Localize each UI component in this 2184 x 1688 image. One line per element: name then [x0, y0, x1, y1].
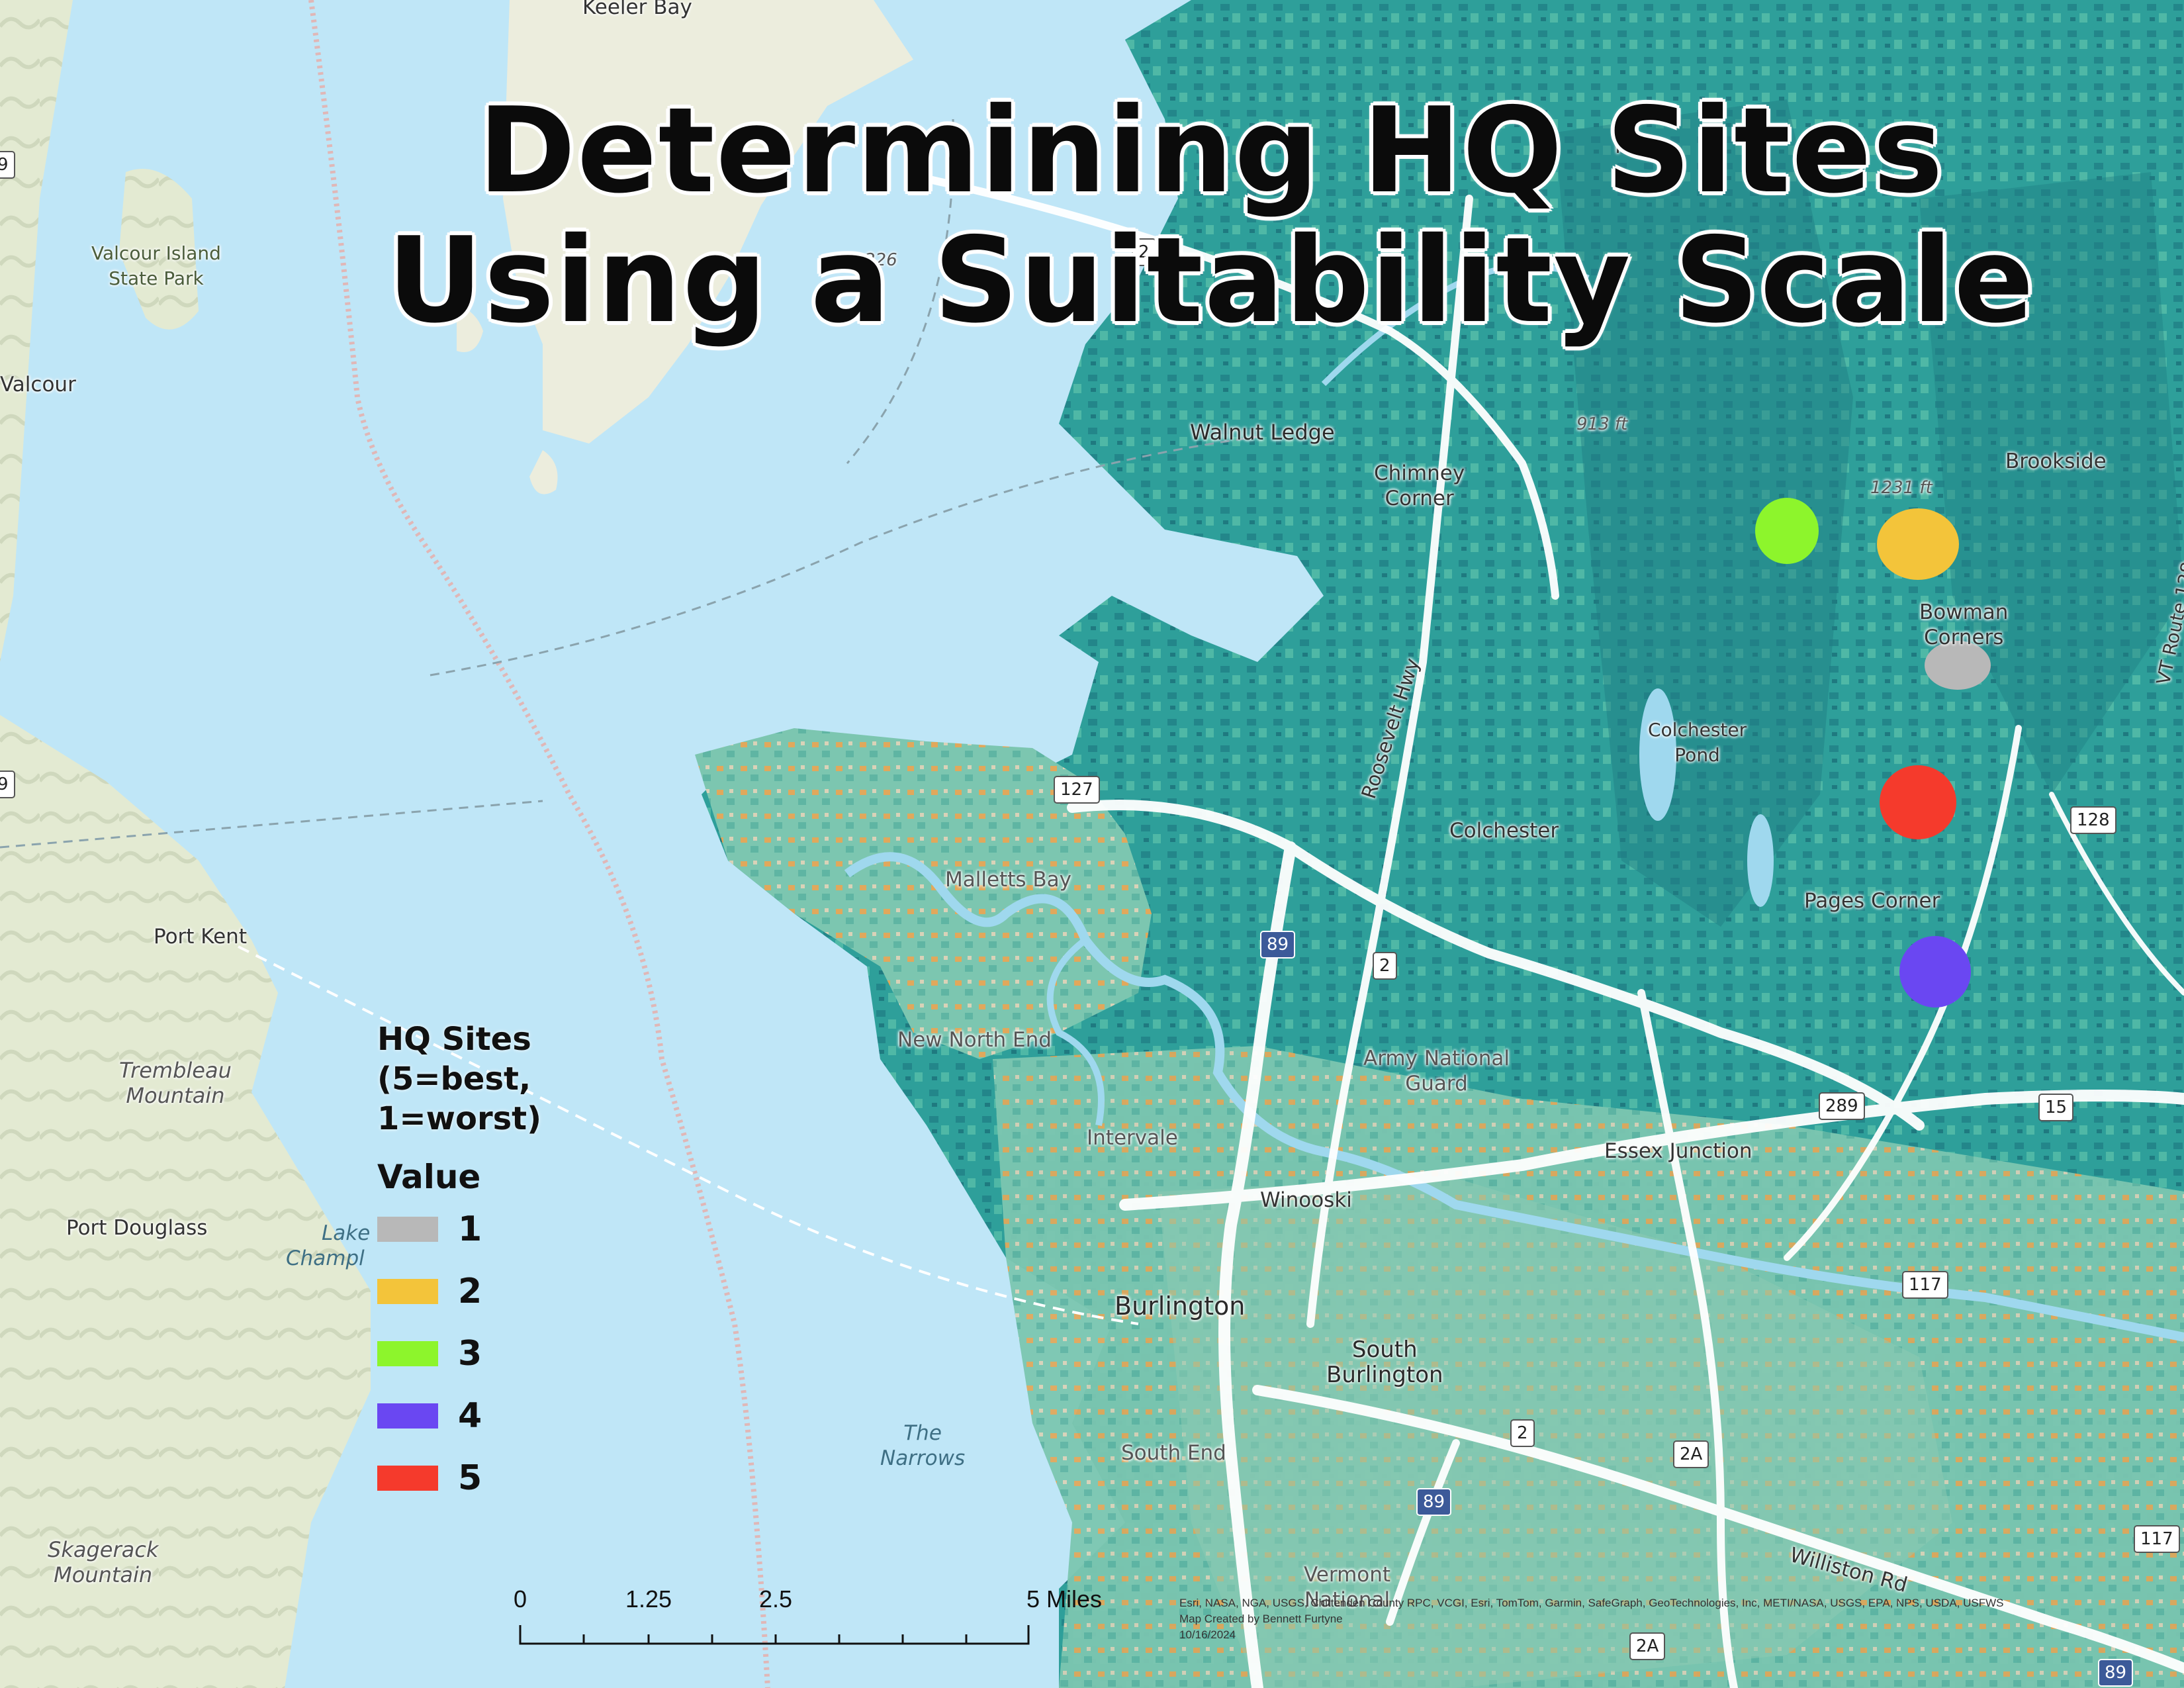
label-port-douglass: Port Douglass [66, 1216, 208, 1240]
label-essex-junction: Essex Junction [1604, 1139, 1752, 1163]
shield-i89-north: 89 [1260, 931, 1296, 959]
label-valcour-island-state-park: Valcour Island State Park [91, 241, 221, 291]
map-canvas[interactable]: Keeler Bay Valcour Island State Park Val… [0, 0, 2184, 1688]
legend-row-3: 3 [377, 1323, 541, 1385]
label-winooski: Winooski [1260, 1188, 1352, 1212]
hq-site-value-2[interactable] [1877, 508, 1959, 580]
label-south-burlington: South Burlington [1326, 1337, 1443, 1387]
label-bowman-line1: Bowman [1919, 600, 2009, 624]
scale-bar: 0 1.25 2.5 5 Miles [510, 1585, 1102, 1658]
shield-2a: 2A [1673, 1440, 1709, 1468]
legend-swatch-3 [377, 1341, 438, 1366]
label-elevation-913: 913 ft [1576, 414, 1628, 434]
label-narrows-line2: Narrows [880, 1446, 966, 1470]
label-valcour: Valcour [0, 373, 76, 397]
label-army-line2: Guard [1405, 1072, 1468, 1096]
legend-swatch-1 [377, 1217, 438, 1242]
legend-value-heading: Value [377, 1158, 481, 1196]
label-intervale: Intervale [1087, 1126, 1178, 1150]
label-skagerack-line2: Mountain [54, 1562, 153, 1587]
hq-site-value-4[interactable] [1899, 936, 1971, 1008]
label-colchester-pond: Colchester Pond [1648, 718, 1747, 768]
label-walnut-ledge: Walnut Ledge [1190, 420, 1335, 445]
label-pages-corner: Pages Corner [1804, 889, 1940, 913]
shield-us2-south: 2 [1510, 1419, 1535, 1447]
shield-i89-south: 89 [1416, 1488, 1452, 1516]
shield-117-edge: 117 [2134, 1525, 2180, 1553]
attribution-date: 10/16/2024 [1179, 1628, 1236, 1641]
label-lake-champlain: Lake Champl [286, 1221, 370, 1271]
label-brookside: Brookside [2005, 449, 2107, 473]
attribution-created-by: Map Created by Bennett Furtyne [1179, 1613, 1343, 1625]
label-chimney-corner: Chimney Corner [1374, 461, 1465, 511]
hq-site-value-5[interactable] [1880, 765, 1956, 839]
label-the-narrows: The Narrows [880, 1421, 965, 1471]
label-valcour-line2: State Park [109, 267, 204, 289]
legend-label-2: 2 [458, 1272, 482, 1311]
label-bowman-line2: Corners [1924, 626, 2004, 649]
shield-117-mid: 117 [1902, 1271, 1948, 1299]
label-valcour-line1: Valcour Island [91, 242, 221, 264]
label-keeler-bay: Keeler Bay [582, 0, 692, 19]
hq-site-value-3[interactable] [1755, 498, 1819, 564]
label-new-north-end: New North End [897, 1028, 1052, 1052]
label-chimney-line1: Chimney [1374, 461, 1465, 485]
legend-row-1: 1 [377, 1198, 541, 1260]
legend-swatch-5 [377, 1466, 438, 1491]
legend-row-5: 5 [377, 1447, 541, 1509]
label-chimney-line2: Corner [1385, 487, 1454, 510]
label-elevation-1231: 1231 ft [1870, 478, 1933, 498]
label-port-kent: Port Kent [154, 925, 247, 949]
label-south-end: South End [1121, 1441, 1226, 1465]
label-colchester-pond-line1: Colchester [1648, 719, 1747, 741]
legend-swatch-2 [377, 1279, 438, 1304]
legend-subtitle-1: (5=best, [377, 1060, 531, 1098]
legend: HQ Sites (5=best, 1=worst) Value 1 2 3 4… [377, 1019, 541, 1509]
legend-swatch-4 [377, 1403, 438, 1429]
shield-128: 128 [2070, 806, 2116, 834]
legend-label-3: 3 [458, 1334, 482, 1374]
label-colchester: Colchester [1449, 819, 1559, 843]
legend-label-4: 4 [458, 1396, 482, 1436]
label-army-line1: Army National [1363, 1047, 1510, 1070]
label-army-national-guard: Army National Guard [1363, 1046, 1510, 1096]
label-bowman-corners: Bowman Corners [1919, 600, 2008, 650]
attribution: Esri, NASA, NGA, USGS, Chittenden County… [1179, 1595, 2146, 1643]
label-skagerack-line1: Skagerack [48, 1537, 159, 1562]
shield-9-a: 9 [0, 151, 15, 179]
label-trembleau-line1: Trembleau [119, 1058, 232, 1083]
label-burlington: Burlington [1115, 1291, 1246, 1321]
label-malletts-bay: Malletts Bay [945, 868, 1071, 892]
label-skagerack-mountain: Skagerack Mountain [48, 1537, 158, 1587]
legend-layer-title: HQ Sites [377, 1021, 531, 1058]
legend-row-2: 2 [377, 1260, 541, 1323]
shield-289: 289 [1819, 1092, 1865, 1120]
label-lake-line2: Champl [286, 1246, 365, 1270]
label-narrows-line1: The [903, 1421, 942, 1445]
shield-us2-mid: 2 [1373, 952, 1397, 980]
shield-15: 15 [2038, 1094, 2074, 1121]
legend-label-1: 1 [458, 1209, 482, 1249]
map-title: Determining HQ Sites Using a Suitability… [387, 82, 2035, 349]
attribution-sources: Esri, NASA, NGA, USGS, Chittenden County… [1179, 1597, 2004, 1609]
label-trembleau-mountain: Trembleau Mountain [119, 1058, 232, 1108]
legend-row-4: 4 [377, 1385, 541, 1447]
label-lake-line1: Lake [322, 1221, 371, 1245]
label-colchester-pond-line2: Pond [1674, 744, 1720, 766]
label-south-burlington-line1: South [1351, 1336, 1418, 1363]
label-south-burlington-line2: Burlington [1326, 1362, 1443, 1388]
shield-127: 127 [1054, 776, 1100, 804]
label-vermont-line1: Vermont [1304, 1563, 1391, 1587]
label-trembleau-line2: Mountain [126, 1083, 225, 1108]
shield-i89-edge: 89 [2098, 1659, 2134, 1687]
scale-bar-graphic [519, 1625, 1030, 1645]
legend-label-5: 5 [458, 1458, 482, 1498]
shield-9-b: 9 [0, 771, 15, 798]
legend-subtitle-2: 1=worst) [377, 1100, 542, 1137]
